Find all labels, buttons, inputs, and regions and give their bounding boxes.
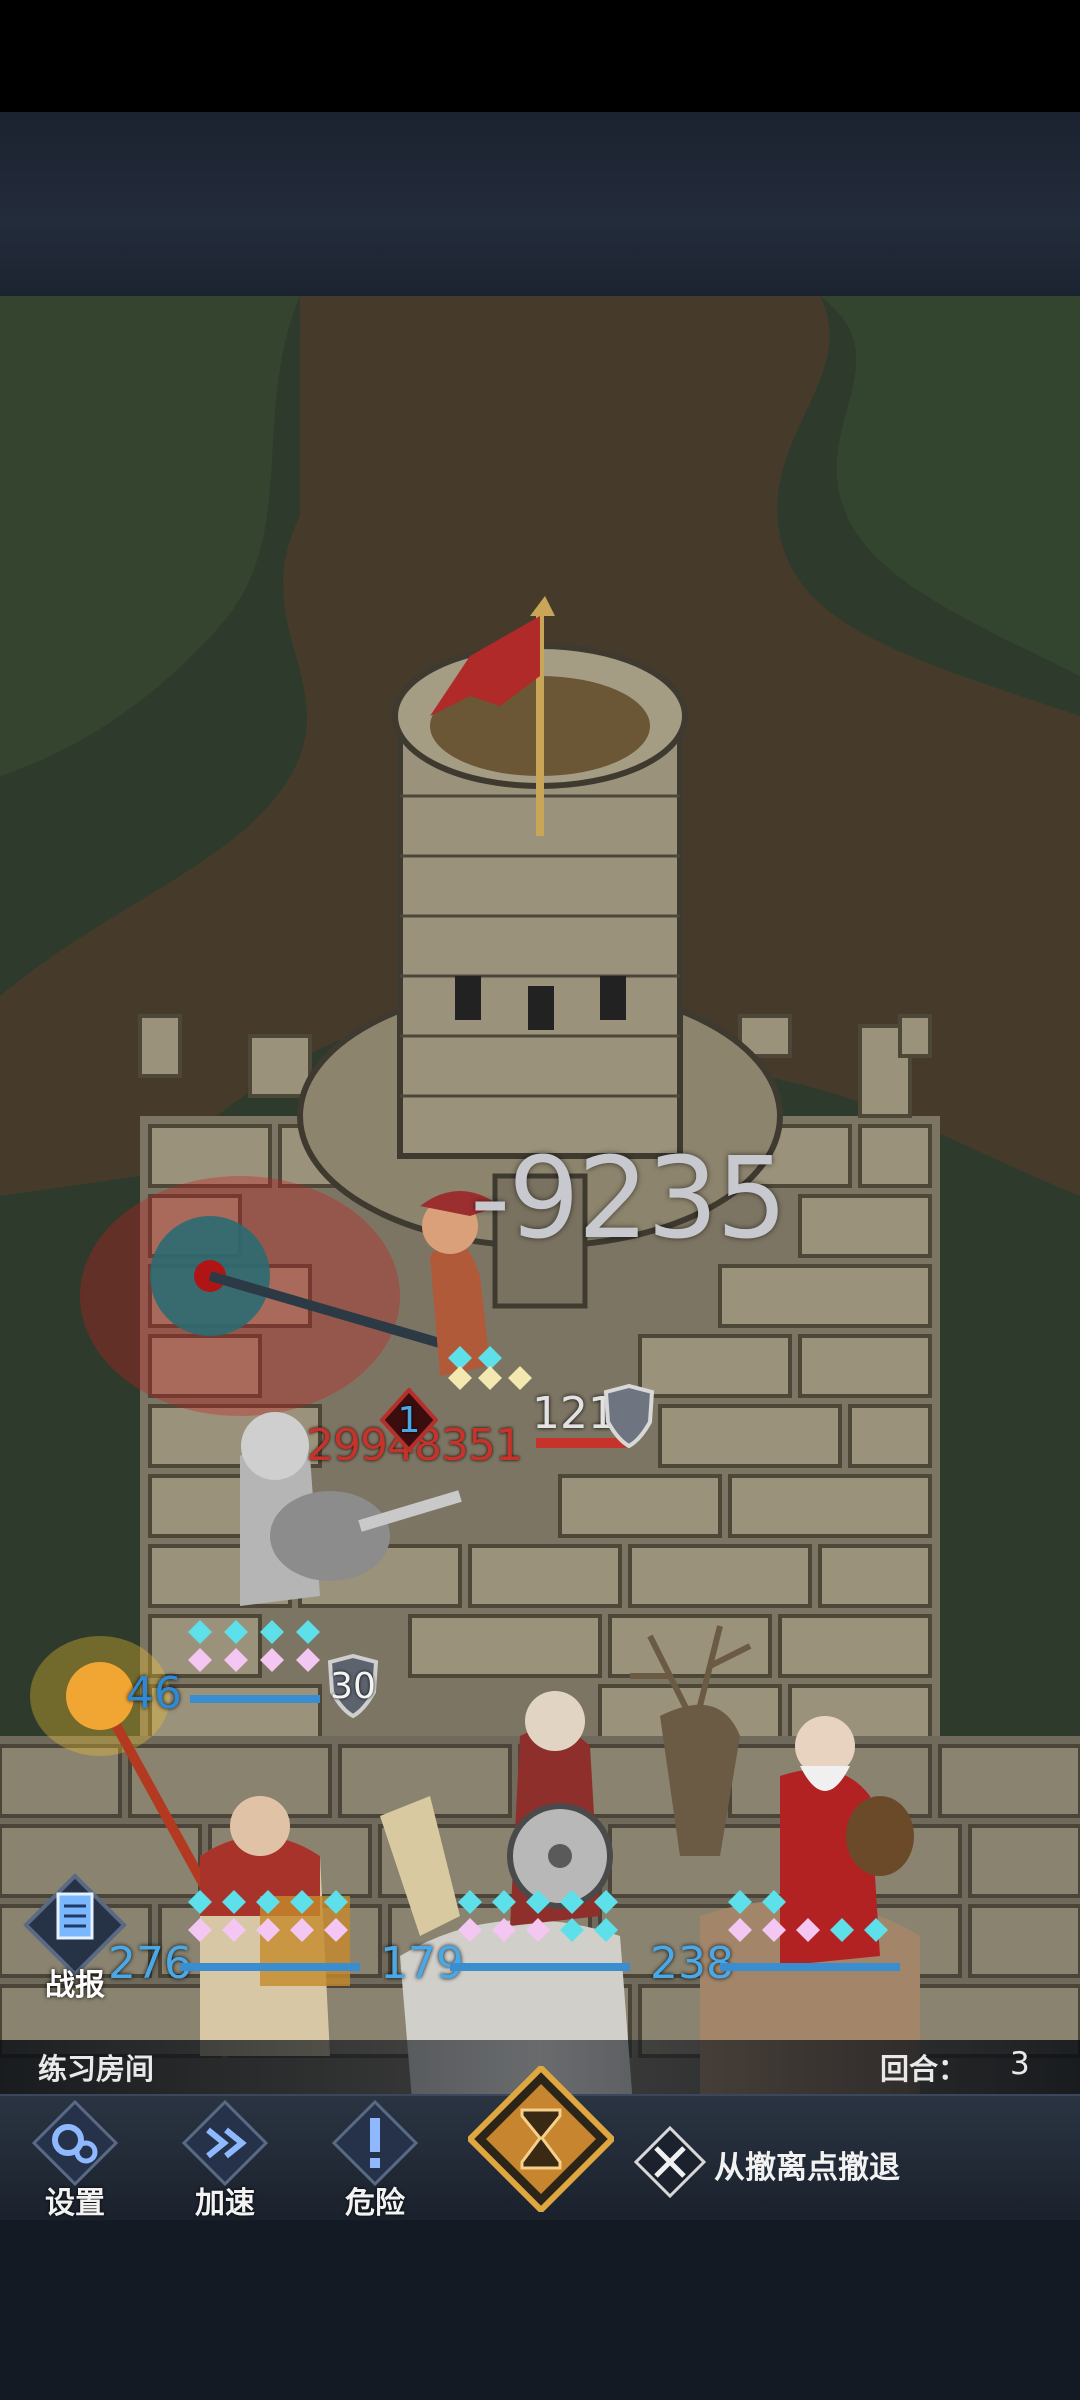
bottom-background [0,2220,1080,2400]
retreat-button[interactable]: 从撤离点撤退 [634,2122,1074,2202]
end-turn-button[interactable] [465,2063,617,2215]
fast-forward-icon [182,2100,268,2186]
round-value: 3 [1010,2046,1030,2082]
danger-label: 危险 [345,2186,405,2221]
enemy-energy-gems [448,1346,532,1390]
settings-button[interactable]: 设置 [10,2096,140,2222]
battle-report-label: 战报 [45,1968,105,2003]
knight-energy-gems [458,1890,618,1942]
room-name: 练习房间 [38,2052,155,2086]
mage-hp-bar [180,1963,360,1971]
damage-popup: -9235 [470,1134,787,1264]
battle-report-button[interactable]: 战报 [20,1870,130,2003]
skeleton-stat-left: 46 [126,1668,182,1719]
speed-label: 加速 [195,2186,255,2221]
battlefield[interactable]: -9235 29948351 1 1211 46 30 276 179 [0,296,1080,2094]
crossed-swords-icon [634,2126,706,2198]
speed-button[interactable]: 加速 [160,2096,290,2222]
skeleton-hp-bar [190,1695,320,1703]
status-bar-area [0,0,1080,112]
hourglass-icon [465,2063,617,2215]
danger-button[interactable]: 危险 [310,2096,440,2222]
mage-energy-gems [188,1890,348,1942]
round-label: 回合： [880,2052,968,2086]
enemy-attack-badge: 1 [380,1388,438,1452]
santa-hp-bar [720,1963,900,1971]
santa-energy-gems [728,1890,888,1942]
skeleton-shield-badge: 30 [324,1654,382,1718]
settings-label: 设置 [45,2186,105,2221]
exclamation-icon [332,2100,418,2186]
retreat-label: 从撤离点撤退 [714,2150,900,2186]
top-banner [0,112,1080,296]
gears-icon [32,2100,118,2186]
skeleton-energy-gems [188,1620,320,1672]
knight-hp-bar [450,1963,630,1971]
